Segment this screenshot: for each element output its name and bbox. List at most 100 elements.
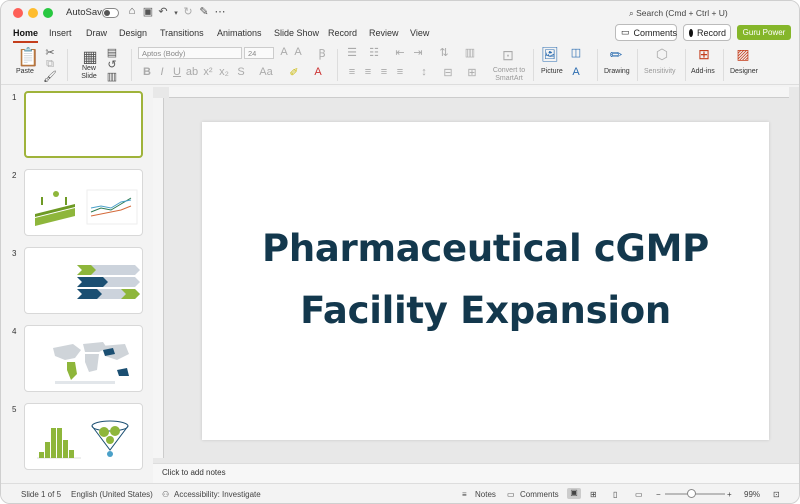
close-window-button[interactable]	[13, 8, 23, 18]
language-status[interactable]: English (United States)	[71, 490, 153, 499]
notes-toggle[interactable]: Notes	[475, 490, 496, 499]
save-icon[interactable]: ▣	[141, 5, 155, 18]
zoom-window-button[interactable]	[43, 8, 53, 18]
undo-icon[interactable]: ↶	[156, 5, 170, 18]
font-color-icon[interactable]: A	[311, 66, 325, 78]
thumbnail-slide-5[interactable]	[24, 403, 143, 470]
sensitivity-icon[interactable]: ⬡	[654, 46, 670, 63]
section-icon[interactable]: ▥	[105, 70, 119, 83]
zoom-level[interactable]: 99%	[744, 490, 760, 499]
font-name-select[interactable]: Aptos (Body)	[138, 47, 242, 59]
numbering-icon[interactable]: ☷	[367, 46, 381, 59]
increase-font-icon[interactable]: A	[277, 46, 291, 58]
tab-record[interactable]: Record	[328, 27, 357, 43]
slide-title-line-1: Pharmaceutical cGMP	[262, 227, 709, 270]
thumbnail-slide-1[interactable]	[24, 91, 143, 158]
comments-button[interactable]: ▭ Comments	[615, 24, 677, 41]
notes-pane[interactable]: Click to add notes	[153, 463, 799, 483]
thumbnail-4-graphic	[53, 342, 129, 384]
subscript-icon[interactable]: x₂	[217, 66, 231, 78]
tab-draw[interactable]: Draw	[86, 27, 107, 43]
record-button[interactable]: Record	[683, 24, 731, 41]
search-field[interactable]: ⌕ Search (Cmd + Ctrl + U)	[629, 8, 728, 19]
slideshow-icon[interactable]: ▭	[635, 490, 643, 499]
textbox-icon[interactable]: A	[569, 66, 583, 78]
decrease-indent-icon[interactable]: ⇤	[393, 46, 407, 59]
horizontal-ruler[interactable]	[169, 87, 789, 98]
slide-sorter-icon[interactable]: ⊞	[590, 490, 597, 499]
vertical-ruler[interactable]	[153, 98, 164, 458]
minimize-window-button[interactable]	[28, 8, 38, 18]
align-text-icon[interactable]: ⊟	[441, 66, 455, 79]
shapes-icon[interactable]: ◫	[569, 46, 583, 59]
powerpoint-window: AutoSave ⌂ ▣ ↶ ▾ ↻ ✎ ⋯ ⌕ Search (Cmd + C…	[0, 0, 800, 504]
smartart-icon[interactable]: ⊡	[500, 47, 516, 64]
thumbnail-slide-4[interactable]	[24, 325, 143, 392]
comments-toggle[interactable]: Comments	[520, 490, 559, 499]
thumbnail-number: 5	[12, 405, 17, 414]
ribbon-divider	[131, 49, 132, 81]
change-case-icon[interactable]: Aa	[259, 66, 273, 78]
format-painter-icon[interactable]: ✎	[197, 5, 211, 18]
decrease-font-icon[interactable]: A	[291, 46, 305, 58]
bullets-icon[interactable]: ☰	[345, 46, 359, 59]
comments-button-label: Comments	[633, 27, 678, 38]
tab-review[interactable]: Review	[369, 27, 399, 43]
font-size-select[interactable]: 24	[244, 47, 274, 59]
accessibility-status[interactable]: Accessibility: Investigate	[174, 490, 261, 499]
align-center-icon[interactable]: ≡	[361, 66, 375, 78]
zoom-slider-handle[interactable]	[687, 489, 696, 498]
clear-format-icon[interactable]: Ꞵ	[315, 46, 329, 61]
zoom-out-button[interactable]: −	[656, 490, 661, 499]
tab-home[interactable]: Home	[13, 27, 39, 43]
superscript-icon[interactable]: x²	[201, 66, 215, 78]
designer-icon[interactable]: ▨	[735, 46, 751, 63]
bold-icon[interactable]: B	[140, 66, 154, 78]
tab-design[interactable]: Design	[119, 27, 147, 43]
increase-indent-icon[interactable]: ⇥	[411, 46, 425, 59]
drawing-icon[interactable]: ✏	[607, 46, 625, 64]
italic-icon[interactable]: I	[155, 66, 169, 78]
more-icon[interactable]: ⋯	[213, 5, 227, 18]
columns-icon[interactable]: ▥	[463, 46, 477, 59]
paste-icon[interactable]: 📋	[17, 47, 39, 68]
text-direction-icon[interactable]: ⇅	[437, 46, 451, 59]
ribbon-tabs: Home Insert Draw Design Transitions Anim…	[1, 25, 799, 45]
addins-icon[interactable]: ⊞	[696, 46, 712, 63]
slide-title-line-2: Facility Expansion	[300, 289, 671, 332]
guru-power-button[interactable]: Guru Power	[737, 25, 791, 40]
underline-icon[interactable]: U	[170, 66, 184, 78]
tab-view[interactable]: View	[410, 27, 429, 43]
zoom-in-button[interactable]: +	[727, 490, 732, 499]
reading-view-icon[interactable]: ▯	[613, 490, 617, 499]
highlight-icon[interactable]: ✐	[287, 66, 301, 79]
record-icon	[689, 28, 693, 37]
normal-view-icon[interactable]: ▣	[567, 488, 581, 499]
tab-transitions[interactable]: Transitions	[160, 27, 204, 43]
picture-label: Picture	[541, 68, 563, 75]
slide-title-textbox[interactable]: Pharmaceutical cGMP Facility Expansion	[202, 218, 769, 342]
autosave-toggle[interactable]	[102, 8, 119, 18]
thumbnail-slide-2[interactable]	[24, 169, 143, 236]
smartart-small-icon[interactable]: ⊞	[465, 66, 479, 79]
align-left-icon[interactable]: ≡	[345, 66, 359, 78]
home-icon[interactable]: ⌂	[125, 5, 139, 17]
ribbon-divider	[597, 49, 598, 81]
redo-icon[interactable]: ↻	[181, 5, 195, 18]
picture-icon[interactable]: 🖼	[541, 46, 559, 63]
shadow-icon[interactable]: S	[234, 66, 248, 78]
new-slide-icon[interactable]: ▦	[81, 47, 99, 67]
align-right-icon[interactable]: ≡	[377, 66, 391, 78]
tab-animations[interactable]: Animations	[217, 27, 262, 43]
thumbnail-slide-3[interactable]	[24, 247, 143, 314]
slide-canvas[interactable]: Pharmaceutical cGMP Facility Expansion	[202, 122, 769, 440]
justify-icon[interactable]: ≡	[393, 66, 407, 78]
ribbon-divider	[337, 49, 338, 81]
line-spacing-icon[interactable]: ↕	[417, 66, 431, 78]
fit-slide-icon[interactable]: ⊡	[773, 490, 780, 499]
strikethrough-icon[interactable]: ab	[185, 66, 199, 78]
format-brush-icon[interactable]: 🖌	[43, 70, 57, 83]
tab-insert[interactable]: Insert	[49, 27, 72, 43]
drawing-label: Drawing	[604, 68, 630, 75]
tab-slide-show[interactable]: Slide Show	[274, 27, 319, 43]
